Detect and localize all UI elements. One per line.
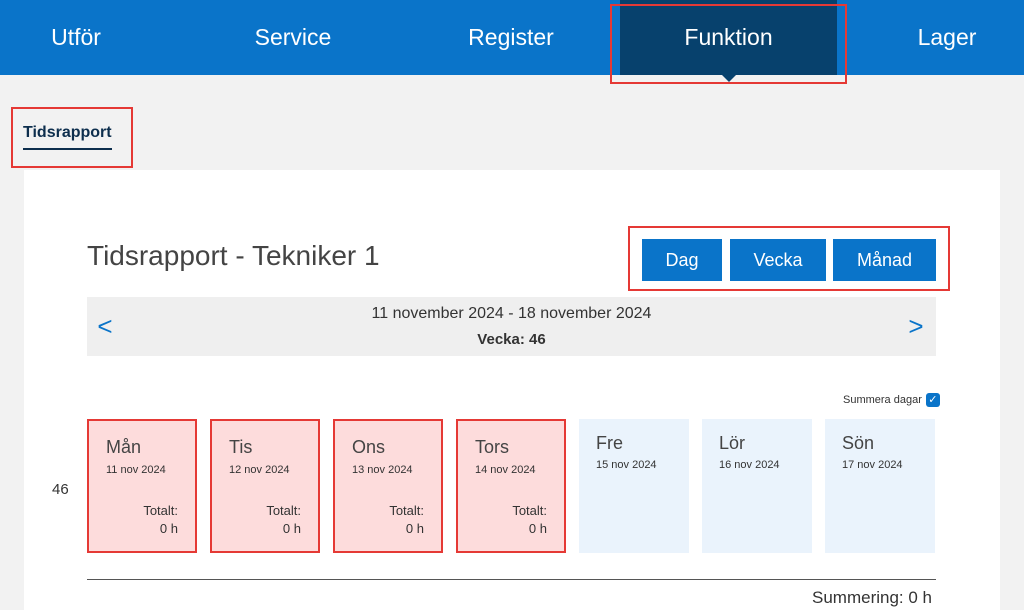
page-title: Tidsrapport - Tekniker 1	[87, 240, 380, 271]
nav-item-funktion-label: Funktion	[684, 24, 773, 50]
day-name: Mån	[106, 437, 142, 457]
total-label: Totalt:	[389, 503, 424, 518]
nav-item-funktion[interactable]: Funktion	[620, 0, 837, 82]
summarize-days-label: Summera dagar	[843, 394, 922, 406]
day-name: Tis	[229, 437, 253, 457]
day-date: 11 nov 2024	[106, 464, 166, 476]
day-name: Lör	[719, 433, 746, 453]
nav-item-service[interactable]: Service	[193, 0, 393, 75]
divider	[87, 579, 936, 580]
day-date: 17 nov 2024	[842, 459, 903, 471]
day-date: 15 nov 2024	[596, 459, 657, 471]
total-value: 0 h	[405, 521, 424, 536]
day-card-fri[interactable]: Fre 15 nov 2024	[579, 419, 689, 553]
summarize-days-toggle[interactable]: Summera dagar ✓	[843, 393, 940, 407]
date-range: 11 november 2024 - 18 november 2024	[371, 305, 652, 322]
total-value: 0 h	[528, 521, 547, 536]
day-card-thu[interactable]: Tors 14 nov 2024 Totalt: 0 h	[456, 419, 566, 553]
view-month-button[interactable]: Månad	[833, 239, 936, 281]
day-name: Sön	[842, 433, 875, 453]
day-date: 14 nov 2024	[475, 464, 536, 476]
total-label: Totalt:	[512, 503, 547, 518]
week-navigator: < 11 november 2024 - 18 november 2024 Ve…	[87, 297, 936, 356]
total-label: Totalt:	[143, 503, 178, 518]
nav-item-lager[interactable]: Lager	[870, 0, 1024, 75]
day-card-sun[interactable]: Sön 17 nov 2024	[825, 419, 935, 553]
week-number: 46	[52, 481, 69, 498]
day-date: 16 nov 2024	[719, 459, 780, 471]
active-caret-icon	[721, 75, 736, 82]
view-week-button[interactable]: Vecka	[730, 239, 826, 281]
day-card-tue[interactable]: Tis 12 nov 2024 Totalt: 0 h	[210, 419, 320, 553]
day-date: 12 nov 2024	[229, 464, 290, 476]
nav-item-utfor[interactable]: Utför	[0, 0, 152, 75]
day-card-sat[interactable]: Lör 16 nov 2024	[702, 419, 812, 553]
total-value: 0 h	[282, 521, 301, 536]
day-date: 13 nov 2024	[352, 464, 413, 476]
nav-item-register[interactable]: Register	[411, 0, 611, 75]
day-name: Ons	[352, 437, 386, 457]
day-name: Fre	[596, 433, 623, 453]
total-value: 0 h	[159, 521, 178, 536]
week-label: Vecka: 46	[477, 331, 546, 348]
total-label: Totalt:	[266, 503, 301, 518]
day-card-wed[interactable]: Ons 13 nov 2024 Totalt: 0 h	[333, 419, 443, 553]
view-day-button[interactable]: Dag	[642, 239, 722, 281]
day-name: Tors	[475, 437, 510, 457]
checkbox-checked-icon[interactable]: ✓	[925, 393, 940, 407]
next-week-arrow-icon[interactable]: >	[901, 297, 931, 356]
tab-tidsrapport[interactable]: Tidsrapport	[23, 124, 112, 150]
summary-total: Summering: 0 h	[812, 588, 932, 607]
top-nav: Utför Service Register Funktion Lager	[0, 0, 1024, 82]
day-card-mon[interactable]: Mån 11 nov 2024 Totalt: 0 h	[87, 419, 197, 553]
